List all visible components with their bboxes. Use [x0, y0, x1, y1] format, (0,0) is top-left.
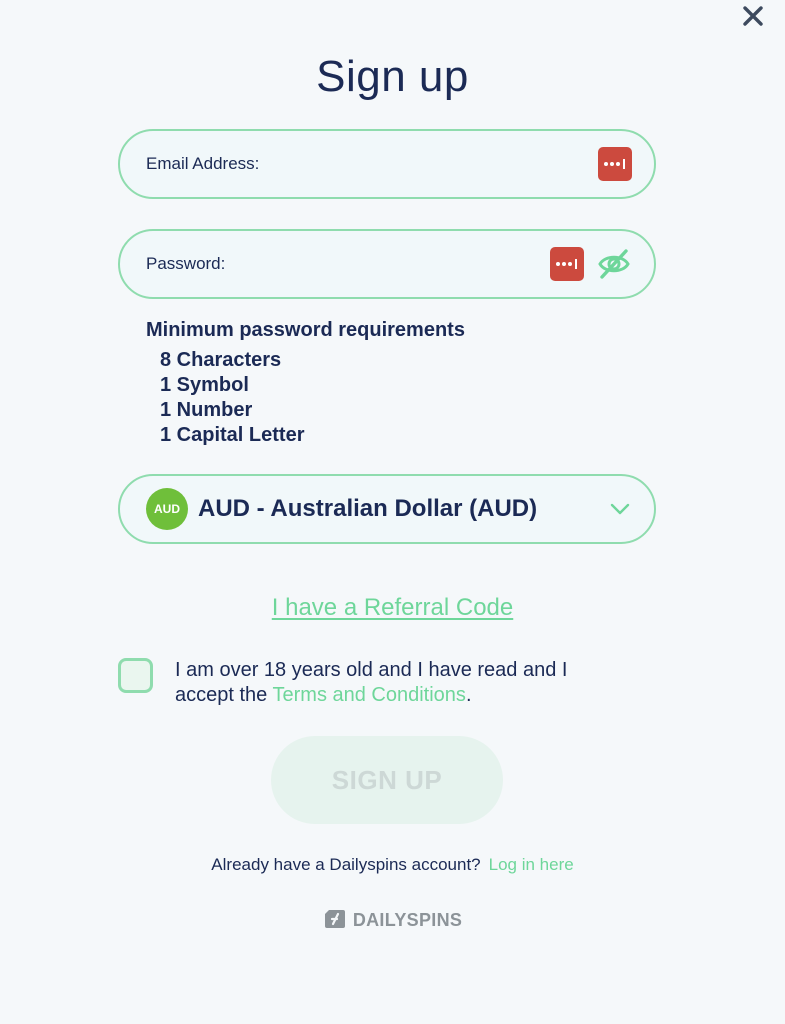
login-link[interactable]: Log in here — [489, 855, 574, 874]
login-prompt-text: Already have a Dailyspins account? — [211, 855, 481, 874]
email-field-wrapper — [118, 129, 656, 199]
sign-up-button[interactable]: SIGN UP — [271, 736, 503, 824]
eye-slash-icon[interactable] — [596, 246, 632, 282]
brand-name: DAILYSPINS — [352, 909, 463, 930]
requirements-list: 8 Characters 1 Symbol 1 Number 1 Capital… — [146, 348, 465, 448]
close-button[interactable] — [738, 3, 768, 29]
password-field-wrapper — [118, 229, 656, 299]
terms-checkbox[interactable] — [118, 658, 153, 693]
close-icon — [743, 6, 763, 26]
password-field[interactable] — [146, 244, 550, 284]
email-field[interactable] — [146, 144, 598, 184]
dailyspins-logo-icon — [324, 910, 345, 928]
password-manager-icon[interactable] — [598, 147, 632, 181]
terms-consent-text: I am over 18 years old and I have read a… — [175, 658, 625, 708]
currency-select[interactable]: AUD AUD - Australian Dollar (AUD) — [118, 474, 656, 544]
login-prompt: Already have a Dailyspins account? Log in… — [0, 855, 785, 875]
requirement-item: 8 Characters — [160, 349, 282, 371]
terms-link[interactable]: Terms and Conditions — [273, 684, 466, 706]
password-manager-icon[interactable] — [550, 247, 584, 281]
referral-code-link[interactable]: I have a Referral Code — [272, 594, 513, 621]
consent-suffix: . — [465, 684, 472, 706]
referral-container: I have a Referral Code — [0, 594, 785, 622]
chevron-down-icon — [610, 503, 630, 515]
signup-dialog: Sign up Minimum p — [0, 0, 785, 1024]
brand-logo: DAILYSPINS — [0, 908, 785, 932]
currency-label: AUD - Australian Dollar (AUD) — [198, 495, 538, 522]
requirement-item: 1 Number — [160, 399, 253, 421]
currency-badge: AUD — [146, 488, 188, 530]
requirements-title: Minimum password requirements — [146, 319, 465, 341]
requirement-item: 1 Capital Letter — [160, 424, 305, 446]
page-title: Sign up — [316, 52, 469, 101]
password-requirements: Minimum password requirements 8 Characte… — [146, 318, 465, 448]
requirement-item: 1 Symbol — [160, 374, 249, 396]
